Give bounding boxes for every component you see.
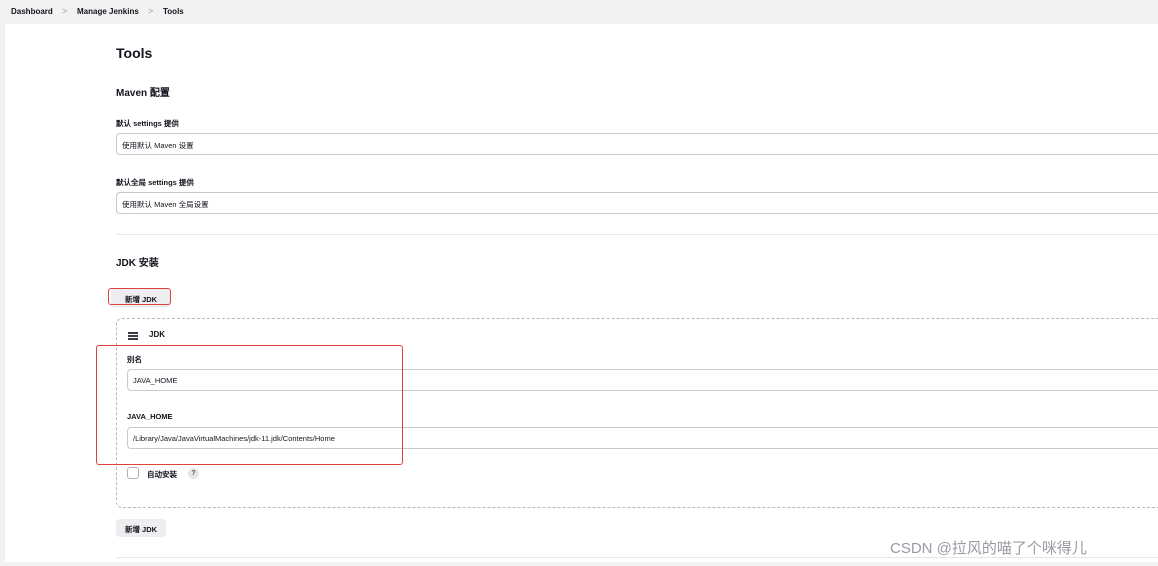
watermark-text: CSDN @拉风的喵了个咪得儿 (890, 540, 1087, 557)
global-settings-label: 默认全局 settings 提供 (116, 178, 194, 187)
hamburger-icon[interactable] (128, 332, 138, 340)
settings-select[interactable]: 使用默认 Maven 设置 (116, 133, 1158, 155)
page-title: Tools (116, 45, 153, 61)
add-jdk-bottom-button[interactable]: 新增 JDK (116, 519, 166, 537)
settings-label: 默认 settings 提供 (116, 119, 179, 128)
breadcrumb-item-tools[interactable]: Tools (163, 7, 184, 16)
maven-section-title: Maven 配置 (116, 88, 170, 99)
global-settings-select[interactable]: 使用默认 Maven 全局设置 (116, 192, 1158, 214)
auto-install-checkbox[interactable] (127, 467, 139, 479)
auto-install-label: 自动安装 (147, 470, 177, 479)
chevron-right-icon: > (148, 6, 154, 16)
jdk-section-title: JDK 安装 (116, 258, 159, 269)
main-content: Tools Maven 配置 默认 settings 提供 使用默认 Maven… (5, 24, 1158, 562)
highlight-box (108, 288, 171, 305)
highlight-box (96, 345, 403, 465)
chevron-right-icon: > (62, 6, 68, 16)
breadcrumb-item-manage-jenkins[interactable]: Manage Jenkins (77, 7, 139, 16)
jdk-card-title: JDK (149, 330, 166, 339)
breadcrumb-item-dashboard[interactable]: Dashboard (11, 7, 53, 16)
section-divider (116, 234, 1158, 235)
help-icon[interactable]: ? (188, 468, 199, 479)
bottom-strip (0, 562, 1158, 566)
breadcrumb: Dashboard > Manage Jenkins > Tools (0, 0, 1158, 24)
